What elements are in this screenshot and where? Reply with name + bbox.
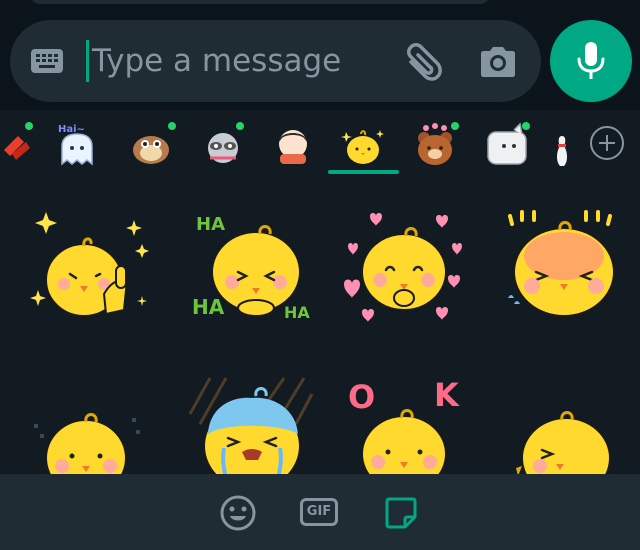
sticker-crying-chick[interactable] [186, 374, 316, 474]
sticker-praying-chick[interactable] [24, 388, 154, 474]
add-pack-icon[interactable] [590, 126, 624, 160]
pack-ghost-icon[interactable]: Hai~ [50, 120, 104, 170]
chat-edge [30, 0, 490, 4]
sticker-ok-chick[interactable]: O K [340, 374, 470, 474]
sticker-blushing-chick[interactable] [500, 206, 630, 336]
paperclip-icon[interactable] [398, 40, 442, 84]
text-cursor [86, 40, 89, 82]
sticker-pack-tray: Hai~ [0, 110, 640, 178]
new-pack-dot [168, 122, 176, 130]
new-pack-dot [451, 122, 459, 130]
selected-pack-indicator [328, 170, 399, 174]
composer-area: Type a message [0, 0, 640, 110]
pack-chick-icon[interactable] [336, 120, 390, 170]
sticker-grid: HA HA HA O K [0, 178, 640, 474]
ok-letter-k: K [434, 376, 460, 414]
sticker-sparkle-chick[interactable] [24, 206, 154, 336]
gif-tab-button[interactable]: GIF [300, 498, 338, 526]
ok-letter-o: O [348, 378, 375, 416]
ha-text: HA [196, 214, 225, 235]
sticker-hello-chick[interactable] [506, 388, 636, 474]
keyboard-tab-bar: GIF [0, 474, 640, 550]
sticker-love-chick[interactable] [340, 206, 470, 336]
new-pack-dot [25, 122, 33, 130]
sticker-laughing-chick[interactable]: HA HA HA [190, 206, 320, 336]
ha-text: HA [284, 303, 310, 322]
microphone-icon [577, 42, 605, 79]
ha-text: HA [192, 295, 225, 319]
sticker-tab-icon[interactable] [382, 494, 420, 532]
new-pack-dot [236, 122, 244, 130]
message-input[interactable]: Type a message [10, 20, 541, 102]
new-pack-dot [522, 122, 530, 130]
camera-icon[interactable] [475, 40, 519, 84]
svg-text:Hai~: Hai~ [58, 124, 85, 135]
keyboard-icon[interactable] [30, 47, 64, 75]
pack-bowling-icon[interactable] [552, 120, 572, 170]
emoji-tab-icon[interactable] [219, 494, 257, 532]
mic-button[interactable] [550, 20, 632, 102]
message-placeholder: Type a message [92, 43, 342, 79]
pack-girl-icon[interactable] [266, 120, 320, 170]
